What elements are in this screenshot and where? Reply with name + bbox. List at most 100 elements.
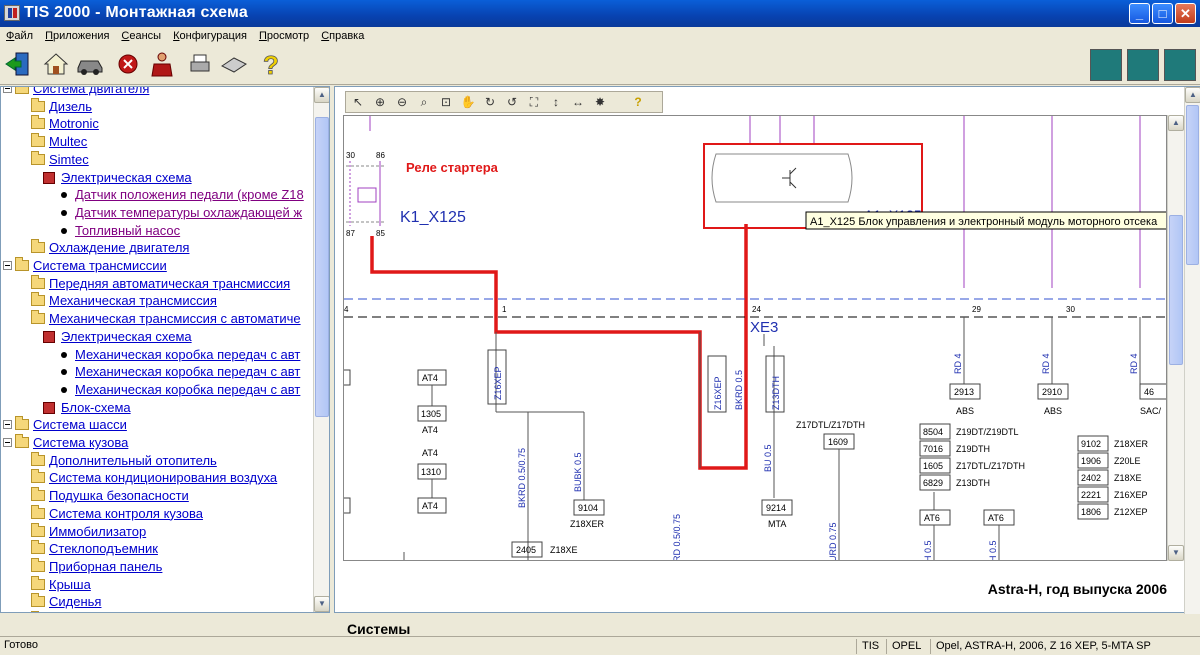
vehicle-diagnostics-icon[interactable] xyxy=(1090,49,1122,81)
minimize-button[interactable]: _ xyxy=(1129,3,1150,24)
tree-item[interactable]: Механическая коробка передач с авт xyxy=(75,346,300,363)
fit-icon[interactable]: ⛶ xyxy=(526,94,542,111)
engine-variant-list-2: 9102 Z18XER 1906 Z20LE 2402 Z18XE 2221 Z16XEP 18… xyxy=(1077,435,1149,520)
scroll-thumb[interactable] xyxy=(1169,215,1183,365)
variant-code: 2402 xyxy=(1081,473,1101,483)
tree-item[interactable]: Система контроля кузова xyxy=(49,505,203,522)
close-button[interactable]: ✕ xyxy=(1175,3,1196,24)
tree-item[interactable]: Motronic xyxy=(49,115,99,132)
folder-icon xyxy=(15,434,29,448)
tree-item[interactable]: Simtec xyxy=(49,151,89,168)
panel-scroll-up-button[interactable]: ▲ xyxy=(1185,87,1200,103)
help-icon[interactable]: ? xyxy=(256,50,284,78)
title-bar: TIS 2000 - Монтажная схема _ □ ✕ xyxy=(0,0,1200,27)
user-icon[interactable] xyxy=(148,50,176,78)
menu-sessions[interactable]: Сеансы xyxy=(115,29,167,42)
svg-text:46: 46 xyxy=(1144,387,1154,397)
tree-item[interactable]: Система шасси xyxy=(33,416,127,433)
tree-item[interactable]: Электрическая схема xyxy=(61,169,192,186)
menu-file[interactable]: Файл xyxy=(0,29,39,42)
tree-item[interactable]: Механическая коробка передач с авт xyxy=(75,363,300,380)
pan-hand-icon[interactable]: ✋ xyxy=(460,94,476,111)
pin-85: 85 xyxy=(376,229,385,238)
menu-applications[interactable]: Приложения xyxy=(39,29,115,42)
scroll-up-button[interactable]: ▲ xyxy=(1168,115,1184,131)
tree-item[interactable]: Датчик положения педали (кроме Z18 xyxy=(75,186,304,203)
home-icon[interactable] xyxy=(42,50,70,78)
tree-item[interactable]: Подушка безопасности xyxy=(49,487,189,504)
tree-item[interactable]: Система кузова xyxy=(33,434,128,451)
tree-item[interactable]: Система кондиционирования воздуха xyxy=(49,469,277,486)
tree-item[interactable]: Дополнительный отопитель xyxy=(49,452,217,469)
maximize-button[interactable]: □ xyxy=(1152,3,1173,24)
panel-scroll-thumb[interactable] xyxy=(1186,105,1199,265)
tree-item[interactable]: Зеркала xyxy=(49,611,99,612)
tree-scroll-thumb[interactable] xyxy=(315,117,329,417)
bullet-icon xyxy=(61,209,67,216)
tree-item[interactable]: Блок-схема xyxy=(61,399,131,416)
tree-vertical-scrollbar[interactable]: ▲ ▼ xyxy=(313,87,329,612)
variant-label: Z12XEP xyxy=(1114,507,1148,517)
menu-view[interactable]: Просмотр xyxy=(253,29,315,42)
svg-text:BUBK 0.5: BUBK 0.5 xyxy=(573,452,583,492)
tree-item[interactable]: Механическая трансмиссия xyxy=(49,292,217,309)
variant-label: Z18XER xyxy=(1114,439,1149,449)
tree-item[interactable]: Стеклоподъемник xyxy=(49,540,158,557)
tree-item[interactable]: Multec xyxy=(49,133,87,150)
variant-label: Z18XE xyxy=(1114,473,1142,483)
tree-item[interactable]: Иммобилизатор xyxy=(49,523,146,540)
folder-icon xyxy=(31,150,45,165)
rotate-icon[interactable]: ↻ xyxy=(482,94,498,111)
collapse-toggle[interactable] xyxy=(3,261,12,270)
main-toolbar: ? xyxy=(0,45,1200,85)
scroll-down-button[interactable]: ▼ xyxy=(1168,545,1184,561)
variant-code: 1605 xyxy=(923,461,943,471)
document-icon xyxy=(43,171,55,184)
tree-item[interactable]: Система двигателя xyxy=(33,87,149,97)
tree-scroll-up-button[interactable]: ▲ xyxy=(314,87,329,103)
tree-item[interactable]: Механическая коробка передач с авт xyxy=(75,381,300,398)
stop-icon[interactable] xyxy=(114,50,142,78)
vehicle-data-icon[interactable] xyxy=(1127,49,1159,81)
highlight-icon[interactable]: ✸ xyxy=(592,94,608,111)
svg-text:Z16XEP: Z16XEP xyxy=(713,376,723,410)
menu-help[interactable]: Справка xyxy=(315,29,370,42)
folder-icon xyxy=(15,416,29,431)
tree-item[interactable]: Система трансмиссии xyxy=(33,257,167,274)
zoom-area-icon[interactable]: ⊡ xyxy=(438,94,454,111)
tree-item[interactable]: Сиденья xyxy=(49,593,101,610)
variant-code: 2221 xyxy=(1081,490,1101,500)
fit-width-icon[interactable]: ↔ xyxy=(570,94,586,111)
svg-text:ABS: ABS xyxy=(956,406,974,416)
collapse-toggle[interactable] xyxy=(3,438,12,447)
pointer-icon[interactable]: ↖ xyxy=(350,94,366,111)
tree-item[interactable]: Датчик температуры охлаждающей ж xyxy=(75,204,302,221)
tree-item[interactable]: Крыша xyxy=(49,576,91,593)
exit-icon[interactable] xyxy=(4,50,32,78)
tree-item[interactable]: Механическая трансмиссия с автоматиче xyxy=(49,310,301,327)
folder-icon xyxy=(31,540,45,555)
tree-scroll-down-button[interactable]: ▼ xyxy=(314,596,329,612)
menu-configuration[interactable]: Конфигурация xyxy=(167,29,253,42)
rotate-back-icon[interactable]: ↺ xyxy=(504,94,520,111)
help-icon[interactable]: ? xyxy=(630,94,646,111)
tree-item[interactable]: Топливный насос xyxy=(75,222,180,239)
zoom-in-icon[interactable]: ⊕ xyxy=(372,94,388,111)
keyboard-icon[interactable] xyxy=(220,50,248,78)
vehicle-info-icon[interactable] xyxy=(1164,49,1196,81)
zoom-out-icon[interactable]: ⊖ xyxy=(394,94,410,111)
panel-vertical-scrollbar[interactable]: ▲ xyxy=(1184,87,1200,614)
window-title: TIS 2000 - Монтажная схема xyxy=(24,4,248,21)
diagram-vertical-scrollbar[interactable]: ▲ ▼ xyxy=(1167,115,1184,561)
zoom-icon[interactable]: ⌕ xyxy=(416,94,432,111)
collapse-toggle[interactable] xyxy=(3,420,12,430)
tree-item[interactable]: Приборная панель xyxy=(49,558,162,575)
tree-item[interactable]: Электрическая схема xyxy=(61,328,192,345)
collapse-toggle[interactable] xyxy=(3,87,12,93)
print-icon[interactable] xyxy=(186,50,214,78)
fit-height-icon[interactable]: ↕ xyxy=(548,94,564,111)
vehicle-icon[interactable] xyxy=(76,50,104,78)
tree-item[interactable]: Передняя автоматическая трансмиссия xyxy=(49,275,290,292)
tree-item[interactable]: Дизель xyxy=(49,98,92,115)
tree-item[interactable]: Охлаждение двигателя xyxy=(49,239,189,256)
